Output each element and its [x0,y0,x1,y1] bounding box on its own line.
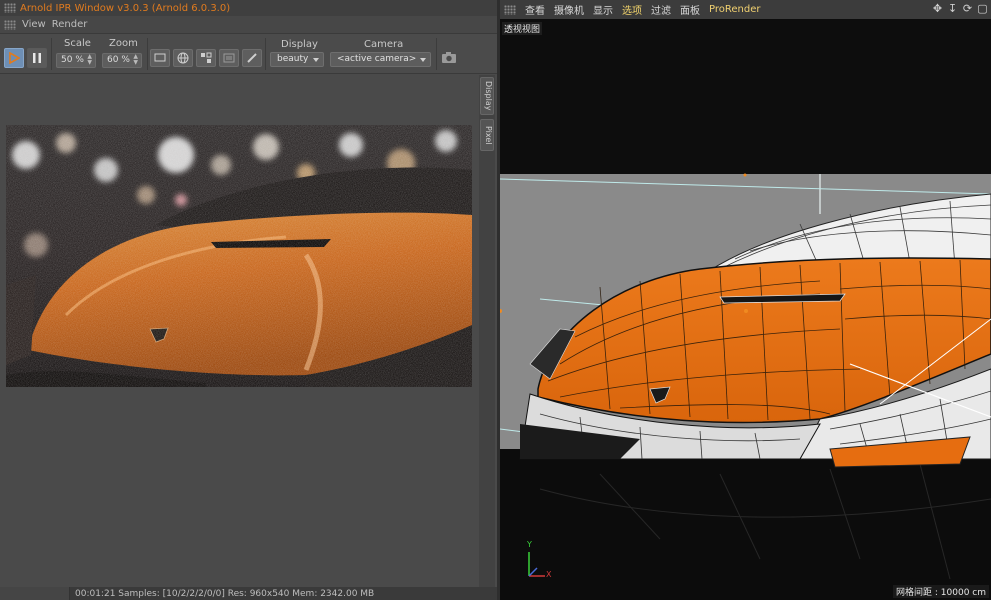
viewport-scene[interactable]: 透视视图 Y X 网格间距 : 10000 cm [500,19,991,600]
axis-x-label: X [546,570,552,579]
play-icon [9,52,20,64]
spinner-arrows-icon[interactable]: ▲ ▼ [87,54,92,66]
ipr-toolbar: Scale 50 % ▲ ▼ Zoom 60 % ▲ ▼ Display beaut [0,34,497,74]
camera-icon [442,52,456,63]
list-button[interactable] [219,49,239,67]
monitor-icon [154,53,166,62]
menu-view[interactable]: View [22,19,46,30]
ipr-side-tabs: Display Pixel [479,75,495,587]
ipr-status-bar: 00:01:21 Samples: [10/2/2/2/0/0] Res: 96… [0,587,497,600]
display-dropdown[interactable]: beauty [270,52,324,67]
maximize-icon[interactable]: ▢ [976,2,989,15]
region-icon [201,52,212,63]
menu-grip-icon[interactable] [4,19,16,30]
list-icon [223,53,235,63]
arrow-down-icon[interactable]: ↧ [946,2,959,15]
camera-dropdown[interactable]: <active camera> [330,52,431,67]
globe-button[interactable] [173,49,193,67]
toolbar-separator [51,38,52,70]
toolbar-separator [147,38,148,70]
grid-spacing-label: 网格间距 : 10000 cm [893,585,989,598]
arnold-ipr-window: Arnold IPR Window v3.0.3 (Arnold 6.0.3.0… [0,0,497,600]
menu-cameras[interactable]: 摄像机 [554,2,584,17]
render-status-text: 00:01:21 Samples: [10/2/2/2/0/0] Res: 96… [75,588,375,599]
globe-icon [177,52,189,64]
scale-label: Scale [64,38,91,49]
spinner-arrows-icon[interactable]: ▲ ▼ [133,54,138,66]
menu-display[interactable]: 显示 [593,2,613,17]
render-preview-image [6,125,472,387]
chevron-down-icon [420,58,426,62]
status-progress-area [0,587,70,600]
tab-display[interactable]: Display [480,77,494,115]
brush-icon [247,53,257,63]
axis-gizmo: Y X [525,540,555,582]
menu-view[interactable]: 查看 [525,2,545,17]
start-render-button[interactable] [4,48,24,68]
perspective-viewport[interactable]: 查看 摄像机 显示 选项 过滤 面板 ProRender ✥ ↧ ⟳ ▢ 透视视… [500,0,991,600]
pause-render-button[interactable] [27,48,47,68]
drag-grip-icon[interactable] [4,3,16,13]
toolbar-separator [436,38,437,70]
display-value: beauty [277,54,309,64]
axis-y-label: Y [527,540,532,549]
viewport-nav-icons: ✥ ↧ ⟳ ▢ [931,2,989,15]
ipr-menubar: View Render [0,16,497,34]
menu-options[interactable]: 选项 [622,2,642,17]
zoom-field[interactable]: 60 % ▲ ▼ [102,53,142,68]
move-icon[interactable]: ✥ [931,2,944,15]
tab-pixel[interactable]: Pixel [480,119,494,151]
monitor-button[interactable] [150,49,170,67]
zoom-label: Zoom [109,38,138,49]
viewport-menubar: 查看 摄像机 显示 选项 过滤 面板 ProRender ✥ ↧ ⟳ ▢ [500,0,991,19]
zoom-value: 60 % [107,55,130,65]
menu-grip-icon[interactable] [504,4,516,15]
chevron-down-icon [313,58,319,62]
scale-value: 50 % [61,55,84,65]
viewport-name-label: 透视视图 [502,22,543,35]
toolbar-separator [265,38,266,70]
display-label: Display [281,39,318,50]
scale-field[interactable]: 50 % ▲ ▼ [56,53,96,68]
brush-button[interactable] [242,49,262,67]
ipr-titlebar[interactable]: Arnold IPR Window v3.0.3 (Arnold 6.0.3.0… [0,0,497,16]
region-button[interactable] [196,49,216,67]
ipr-window-title: Arnold IPR Window v3.0.3 (Arnold 6.0.3.0… [20,2,231,14]
menu-filter[interactable]: 过滤 [651,2,671,17]
menu-panel[interactable]: 面板 [680,2,700,17]
menu-prorender[interactable]: ProRender [709,4,760,15]
snapshot-button[interactable] [441,51,457,67]
rotate-icon[interactable]: ⟳ [961,2,974,15]
menu-render[interactable]: Render [52,19,88,30]
camera-value: <active camera> [337,54,417,64]
pause-icon [33,53,41,63]
camera-label: Camera [364,39,404,50]
